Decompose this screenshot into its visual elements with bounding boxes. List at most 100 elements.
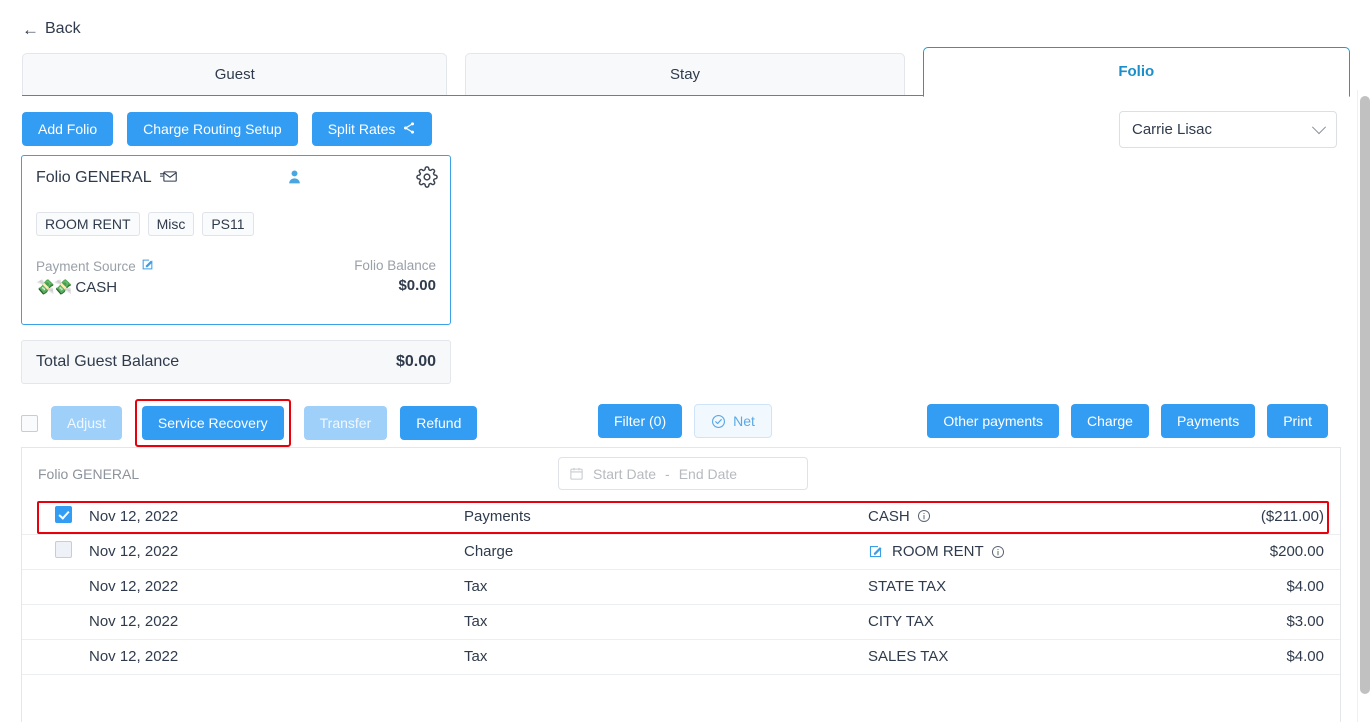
row-date <box>88 674 463 709</box>
folio-chip-list: ROOM RENT Misc PS11 <box>22 200 450 236</box>
row-type: Charge <box>463 534 867 569</box>
row-description-cell: SALES TAX <box>867 639 1167 674</box>
row-description-cell: STATE TAX <box>867 569 1167 604</box>
filter-button[interactable]: Filter (0) <box>598 404 682 438</box>
add-folio-label: Add Folio <box>38 121 97 137</box>
tab-stay-label: Stay <box>670 66 700 83</box>
row-checkbox-cell <box>22 534 88 569</box>
print-button[interactable]: Print <box>1267 404 1328 438</box>
row-amount: $4.00 <box>1167 569 1341 604</box>
adjust-button[interactable]: Adjust <box>51 406 122 440</box>
table-row[interactable]: Nov 12, 2022 Tax STATE TAX $4.00 <box>22 569 1341 604</box>
transaction-action-left: Adjust Service Recovery Transfer Refund <box>21 404 477 442</box>
back-label: Back <box>45 20 81 38</box>
row-checkbox[interactable] <box>55 541 72 558</box>
end-date-text: End Date <box>679 466 737 482</box>
info-icon[interactable] <box>917 509 931 523</box>
row-checkbox-cell <box>22 639 88 674</box>
row-checkbox[interactable] <box>55 506 72 523</box>
payments-label: Payments <box>1177 413 1239 429</box>
table-row[interactable]: Nov 12, 2022 Tax SALES TAX $4.00 <box>22 639 1341 674</box>
calendar-icon <box>569 466 584 481</box>
transactions-table: Nov 12, 2022 Payments CASH ($211.00 <box>22 499 1341 709</box>
transaction-action-center: Filter (0) Net <box>598 404 772 438</box>
page-scrollbar-thumb[interactable] <box>1360 96 1370 694</box>
tab-guest[interactable]: Guest <box>22 53 447 95</box>
row-type: Tax <box>463 639 867 674</box>
service-recovery-label: Service Recovery <box>158 415 268 431</box>
tab-bar: Guest Stay Folio <box>22 52 1350 96</box>
charge-routing-setup-label: Charge Routing Setup <box>143 121 282 137</box>
adjust-label: Adjust <box>67 415 106 431</box>
row-checkbox-cell <box>22 569 88 604</box>
folio-balance-block: Folio Balance $0.00 <box>354 258 436 296</box>
table-row[interactable]: Nov 12, 2022 Payments CASH ($211.00 <box>22 499 1341 534</box>
folio-card-header: Folio GENERAL <box>22 156 450 200</box>
row-date: Nov 12, 2022 <box>88 534 463 569</box>
edit-icon[interactable] <box>141 258 154 274</box>
row-date: Nov 12, 2022 <box>88 569 463 604</box>
row-date: Nov 12, 2022 <box>88 639 463 674</box>
guest-select[interactable]: Carrie Lisac <box>1119 111 1337 148</box>
table-row[interactable]: Nov 12, 2022 Charge ROOM RENT <box>22 534 1341 569</box>
charge-routing-setup-button[interactable]: Charge Routing Setup <box>127 112 298 146</box>
folio-balance-value: $0.00 <box>354 277 436 294</box>
service-recovery-highlight: Service Recovery <box>135 399 291 447</box>
row-description: STATE TAX <box>868 578 946 595</box>
chevron-down-icon <box>1312 120 1326 134</box>
charge-label: Charge <box>1087 413 1133 429</box>
row-checkbox-cell <box>22 674 88 709</box>
row-amount <box>1167 674 1341 709</box>
transfer-label: Transfer <box>320 415 372 431</box>
envelope-icon[interactable] <box>160 170 177 187</box>
row-amount: $4.00 <box>1167 639 1341 674</box>
table-row-partial[interactable] <box>22 674 1341 709</box>
row-checkbox-cell <box>22 604 88 639</box>
row-description-cell: ROOM RENT <box>867 534 1167 569</box>
chip-room-rent[interactable]: ROOM RENT <box>36 212 140 236</box>
back-link[interactable]: ← Back <box>22 20 81 38</box>
add-folio-button[interactable]: Add Folio <box>22 112 113 146</box>
payments-button[interactable]: Payments <box>1161 404 1255 438</box>
tab-stay[interactable]: Stay <box>465 53 904 95</box>
info-icon[interactable] <box>991 545 1005 559</box>
service-recovery-button[interactable]: Service Recovery <box>142 406 284 440</box>
row-description: ROOM RENT <box>892 543 984 560</box>
share-icon <box>402 121 416 138</box>
row-checkbox-cell <box>22 499 88 534</box>
gear-icon[interactable] <box>416 166 438 193</box>
row-amount: $3.00 <box>1167 604 1341 639</box>
select-all-checkbox[interactable] <box>21 415 38 432</box>
transaction-action-bar: Adjust Service Recovery Transfer Refund … <box>21 404 1341 438</box>
transactions-panel: Folio GENERAL Start Date - End Date <box>21 447 1341 722</box>
row-type: Tax <box>463 569 867 604</box>
row-description-cell <box>867 674 1167 709</box>
payment-source-value: CASH <box>75 279 117 296</box>
folio-balance-label: Folio Balance <box>354 258 436 273</box>
chip-misc[interactable]: Misc <box>148 212 195 236</box>
arrow-left-icon: ← <box>22 21 39 38</box>
split-rates-button[interactable]: Split Rates <box>312 112 433 146</box>
print-label: Print <box>1283 413 1312 429</box>
folio-card-footer: Payment Source 💸💸 CASH Folio Balance $0.… <box>22 236 450 296</box>
refund-button[interactable]: Refund <box>400 406 477 440</box>
money-icon: 💸💸 <box>36 278 71 296</box>
row-date: Nov 12, 2022 <box>88 499 463 534</box>
person-icon <box>286 168 303 190</box>
table-row[interactable]: Nov 12, 2022 Tax CITY TAX $3.00 <box>22 604 1341 639</box>
filter-label: Filter (0) <box>614 413 666 429</box>
date-range-picker[interactable]: Start Date - End Date <box>558 457 808 490</box>
transaction-action-right: Other payments Charge Payments Print <box>927 404 1328 438</box>
start-date-text: Start Date <box>593 466 656 482</box>
check-circle-icon <box>711 414 726 429</box>
tab-folio[interactable]: Folio <box>923 47 1350 97</box>
edit-icon[interactable] <box>868 544 883 559</box>
transfer-button[interactable]: Transfer <box>304 406 388 440</box>
chip-ps11[interactable]: PS11 <box>202 212 253 236</box>
total-guest-balance-value: $0.00 <box>396 353 436 371</box>
charge-button[interactable]: Charge <box>1071 404 1149 438</box>
transactions-panel-title: Folio GENERAL <box>38 466 139 482</box>
net-button[interactable]: Net <box>694 404 772 438</box>
payment-source-label-row: Payment Source <box>36 258 154 274</box>
other-payments-button[interactable]: Other payments <box>927 404 1059 438</box>
